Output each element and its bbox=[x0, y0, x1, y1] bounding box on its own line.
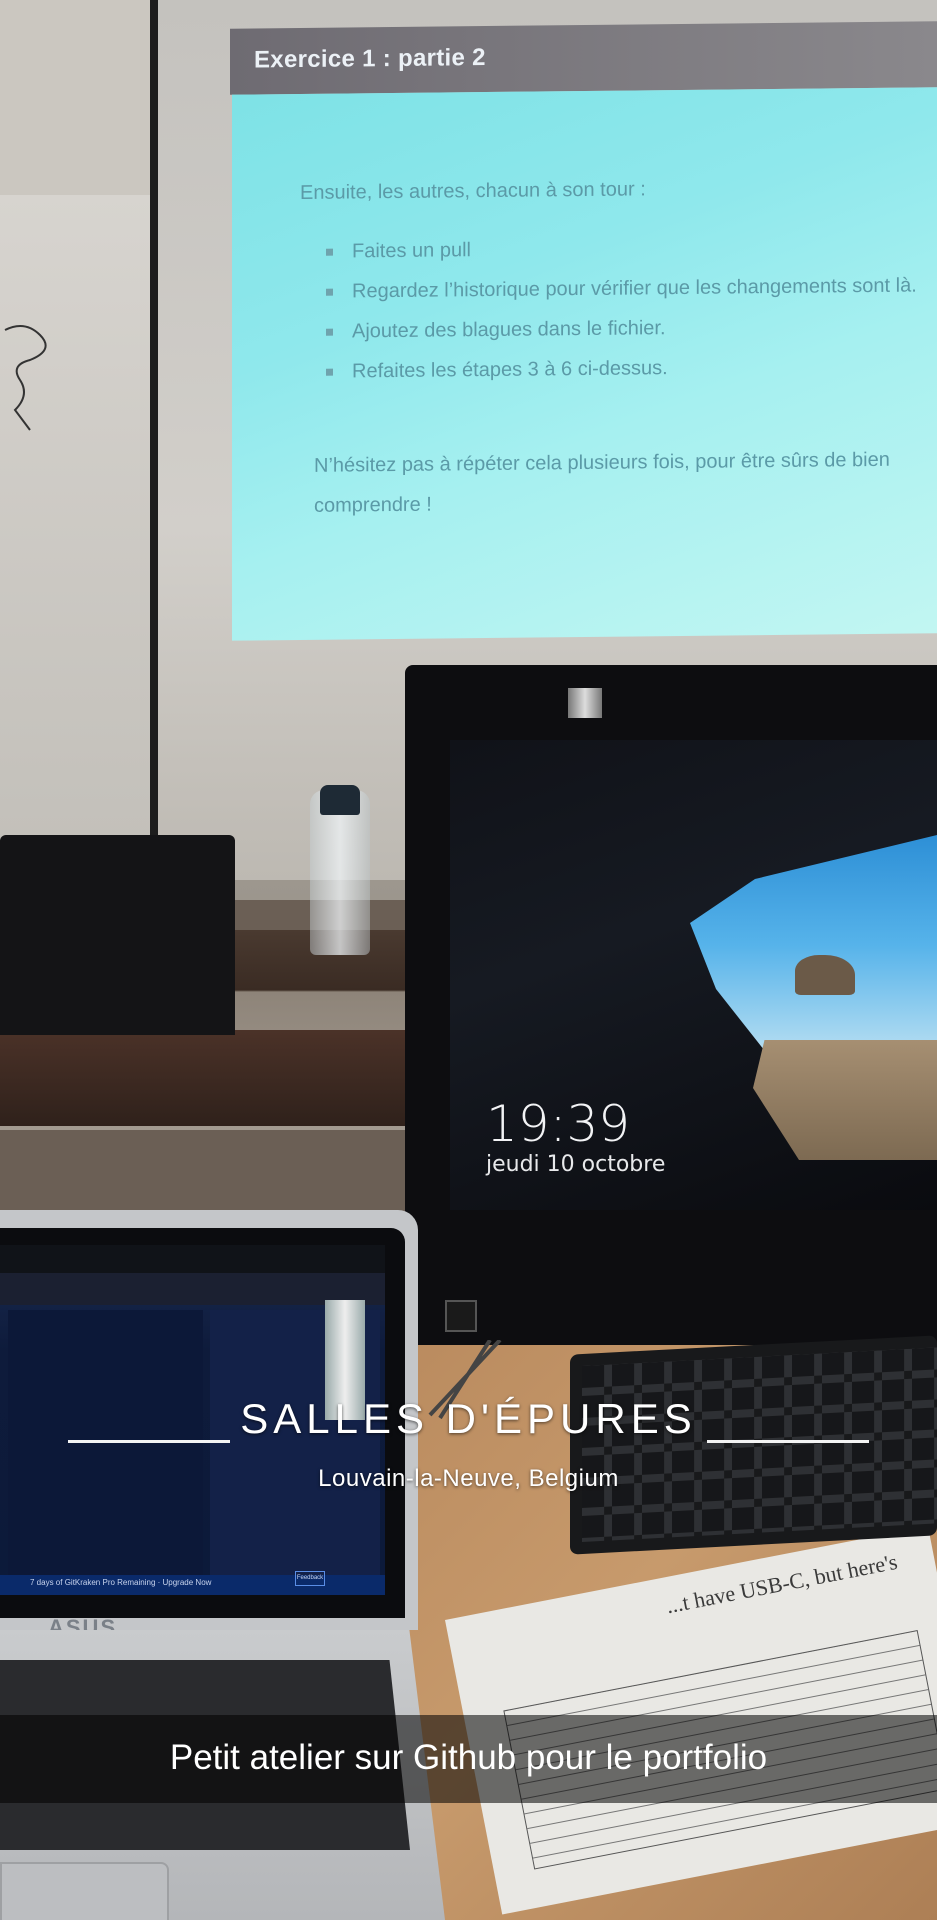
slide-intro: Ensuite, les autres, chacun à son tour : bbox=[300, 178, 646, 204]
lock-time: 19:39 bbox=[486, 1095, 631, 1153]
snap-photo: Exercice 1 : partie 2 Ensuite, les autre… bbox=[0, 0, 937, 1920]
bullet-icon bbox=[326, 368, 333, 376]
bullet-icon bbox=[326, 288, 333, 296]
feedback-button[interactable]: Feedback bbox=[295, 1571, 325, 1586]
bullet-icon bbox=[326, 328, 333, 336]
list-item: Regardez l’historique pour vérifier que … bbox=[322, 267, 922, 309]
whiteboard-doodle bbox=[4, 325, 47, 431]
lock-screen-beach bbox=[753, 1040, 937, 1160]
list-item-text: Refaites les étapes 3 à 6 ci-dessus. bbox=[352, 357, 668, 383]
geofilter-location: Louvain-la-Neuve, Belgium bbox=[318, 1465, 619, 1492]
list-item: Refaites les étapes 3 à 6 ci-dessus. bbox=[322, 347, 922, 389]
geofilter-title: SALLES D'ÉPURES bbox=[240, 1395, 697, 1442]
list-item-text: Ajoutez des blagues dans le fichier. bbox=[352, 317, 666, 343]
laptop-touchpad[interactable] bbox=[0, 1862, 169, 1920]
lock-screen[interactable]: 19:39 jeudi 10 octobre bbox=[450, 740, 937, 1210]
monitor: 19:39 jeudi 10 octobre bbox=[405, 665, 937, 1345]
projected-slide: Exercice 1 : partie 2 Ensuite, les autre… bbox=[230, 21, 937, 643]
slide-outro: N’hésitez pas à répéter cela plusieurs f… bbox=[314, 448, 890, 517]
slide-body: Ensuite, les autres, chacun à son tour :… bbox=[232, 87, 937, 641]
laptop-sidebar[interactable] bbox=[8, 1310, 203, 1590]
slide-header: Exercice 1 : partie 2 bbox=[230, 21, 937, 95]
back-shelf bbox=[0, 1030, 430, 1126]
slide-list: Faites un pull Regardez l’historique pou… bbox=[322, 227, 922, 393]
lock-screen-sky bbox=[690, 835, 937, 1055]
laptop-topbar bbox=[0, 1245, 385, 1273]
laptop-status-text[interactable]: 7 days of GitKraken Pro Remaining · Upgr… bbox=[30, 1578, 211, 1587]
list-item-text: Faites un pull bbox=[352, 239, 471, 263]
list-item: Ajoutez des blagues dans le fichier. bbox=[322, 307, 922, 349]
keyboard-keys bbox=[582, 1347, 937, 1542]
laptop-statusbar: 7 days of GitKraken Pro Remaining · Upgr… bbox=[0, 1575, 385, 1595]
lock-date: jeudi 10 octobre bbox=[486, 1152, 666, 1177]
lock-screen-rock bbox=[795, 955, 855, 995]
intel-badge bbox=[445, 1300, 477, 1332]
slide-title: Exercice 1 : partie 2 bbox=[254, 44, 486, 74]
desktop-keyboard[interactable] bbox=[570, 1335, 937, 1555]
back-laptop bbox=[0, 835, 235, 1035]
bottle-cap bbox=[320, 785, 360, 815]
bullet-icon bbox=[326, 248, 333, 256]
list-item-text: Regardez l’historique pour vérifier que … bbox=[352, 274, 917, 303]
webcam bbox=[568, 688, 602, 718]
whiteboard-upper bbox=[0, 0, 158, 199]
whiteboard bbox=[0, 195, 158, 840]
caption-text: Petit atelier sur Github pour le portfol… bbox=[169, 1738, 768, 1777]
list-item: Faites un pull bbox=[322, 227, 922, 269]
